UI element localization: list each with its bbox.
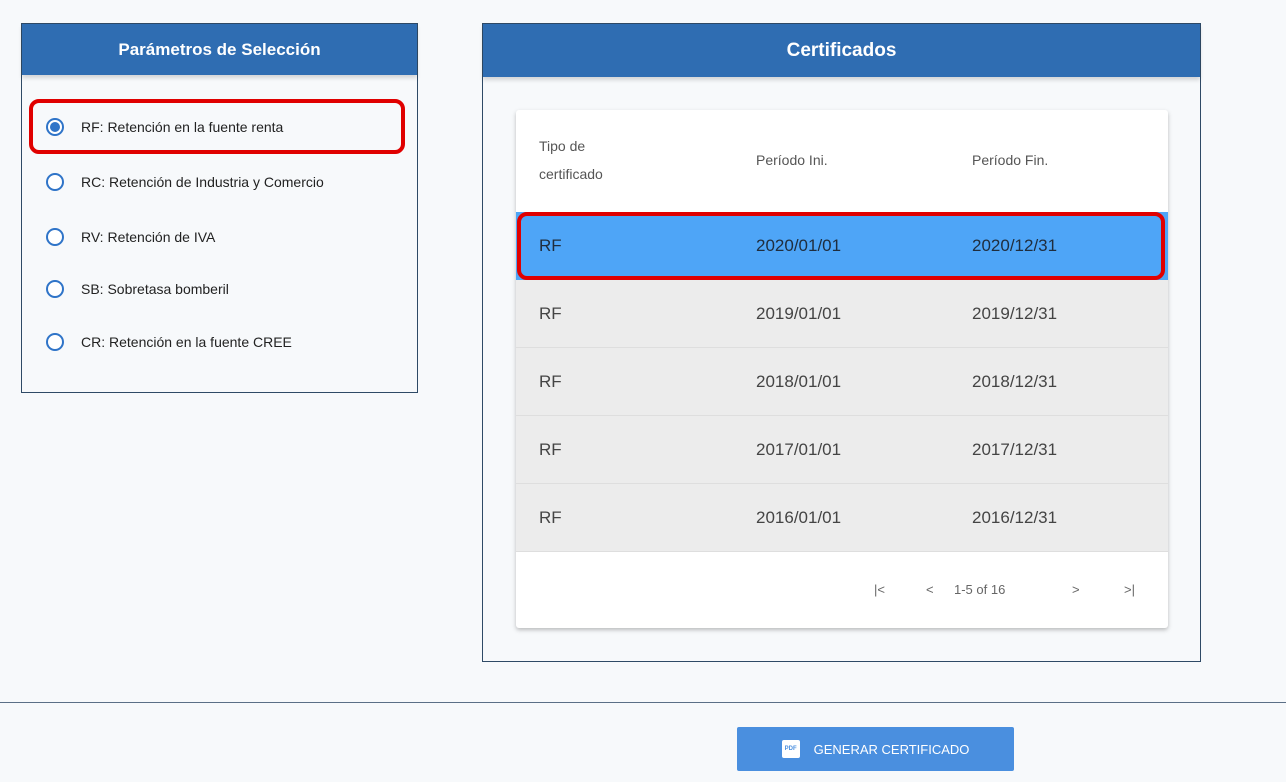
- radio-label: RF: Retención en la fuente renta: [81, 119, 284, 135]
- certificates-table-card: Tipo de certificado Período Ini. Período…: [516, 110, 1168, 628]
- selection-parameters-panel: Parámetros de Selección RF: Retención en…: [21, 23, 418, 393]
- generate-certificate-button[interactable]: PDF GENERAR CERTIFICADO: [737, 727, 1014, 771]
- first-page-icon[interactable]: |<: [874, 582, 885, 597]
- cell-periodo-ini: 2020/01/01: [756, 236, 842, 255]
- cell-periodo-fin: 2016/12/31: [972, 508, 1058, 527]
- radio-label: RV: Retención de IVA: [81, 229, 216, 245]
- radio-option-sb[interactable]: SB: Sobretasa bomberil: [46, 277, 229, 301]
- column-header-periodo-fin[interactable]: Período Fin.: [972, 146, 1048, 174]
- radio-option-cr[interactable]: CR: Retención en la fuente CREE: [46, 330, 292, 354]
- radio-checked-icon[interactable]: [46, 118, 64, 136]
- radio-option-rc[interactable]: RC: Retención de Industria y Comercio: [46, 170, 324, 194]
- cell-periodo-fin: 2017/12/31: [972, 440, 1058, 459]
- cell-periodo-ini: 2017/01/01: [756, 440, 842, 459]
- cell-tipo: RF: [539, 236, 562, 255]
- generate-certificate-label: GENERAR CERTIFICADO: [813, 741, 970, 757]
- table-row[interactable]: RF 2020/01/01 2020/12/31: [516, 212, 1168, 280]
- table-row[interactable]: RF 2017/01/01 2017/12/31: [516, 416, 1168, 484]
- previous-page-icon[interactable]: <: [926, 582, 934, 597]
- cell-periodo-ini: 2016/01/01: [756, 508, 842, 527]
- divider: [0, 702, 1286, 703]
- page-range-label: 1-5 of 16: [954, 582, 1006, 597]
- radio-option-rv[interactable]: RV: Retención de IVA: [46, 225, 215, 249]
- radio-unchecked-icon[interactable]: [46, 333, 64, 351]
- next-page-icon[interactable]: >: [1072, 582, 1080, 597]
- column-header-tipo-line1: Tipo de: [539, 138, 586, 154]
- cell-tipo: RF: [539, 304, 562, 323]
- table-row[interactable]: RF 2016/01/01 2016/12/31: [516, 484, 1168, 552]
- column-header-tipo[interactable]: Tipo de certificado: [539, 132, 603, 188]
- column-header-periodo-ini[interactable]: Período Ini.: [756, 146, 828, 174]
- cell-periodo-fin: 2020/12/31: [972, 236, 1058, 255]
- radio-option-rf[interactable]: RF: Retención en la fuente renta: [46, 115, 283, 139]
- certificates-title: Certificados: [786, 39, 897, 61]
- table-row[interactable]: RF 2018/01/01 2018/12/31: [516, 348, 1168, 416]
- radio-unchecked-icon[interactable]: [46, 173, 64, 191]
- cell-periodo-ini: 2019/01/01: [756, 304, 842, 323]
- radio-unchecked-icon[interactable]: [46, 280, 64, 298]
- radio-label: CR: Retención en la fuente CREE: [81, 334, 292, 350]
- cell-periodo-fin: 2018/12/31: [972, 372, 1058, 391]
- radio-label: RC: Retención de Industria y Comercio: [81, 174, 324, 190]
- cell-tipo: RF: [539, 508, 562, 527]
- last-page-icon[interactable]: >|: [1124, 582, 1135, 597]
- cell-periodo-fin: 2019/12/31: [972, 304, 1058, 323]
- column-header-tipo-line2: certificado: [539, 166, 603, 182]
- cell-tipo: RF: [539, 372, 562, 391]
- radio-unchecked-icon[interactable]: [46, 228, 64, 246]
- radio-label: SB: Sobretasa bomberil: [81, 281, 229, 297]
- table-header: Tipo de certificado Período Ini. Período…: [516, 110, 1168, 211]
- paginator: |< < 1-5 of 16 > >|: [516, 558, 1168, 628]
- certificates-panel: Certificados Tipo de certificado Período…: [482, 23, 1201, 662]
- pdf-icon: PDF: [781, 740, 800, 758]
- selection-parameters-title: Parámetros de Selección: [118, 39, 321, 59]
- cell-tipo: RF: [539, 440, 562, 459]
- table-row[interactable]: RF 2019/01/01 2019/12/31: [516, 280, 1168, 348]
- cell-periodo-ini: 2018/01/01: [756, 372, 842, 391]
- certificates-header: Certificados: [483, 24, 1200, 77]
- selection-parameters-header: Parámetros de Selección: [22, 24, 417, 75]
